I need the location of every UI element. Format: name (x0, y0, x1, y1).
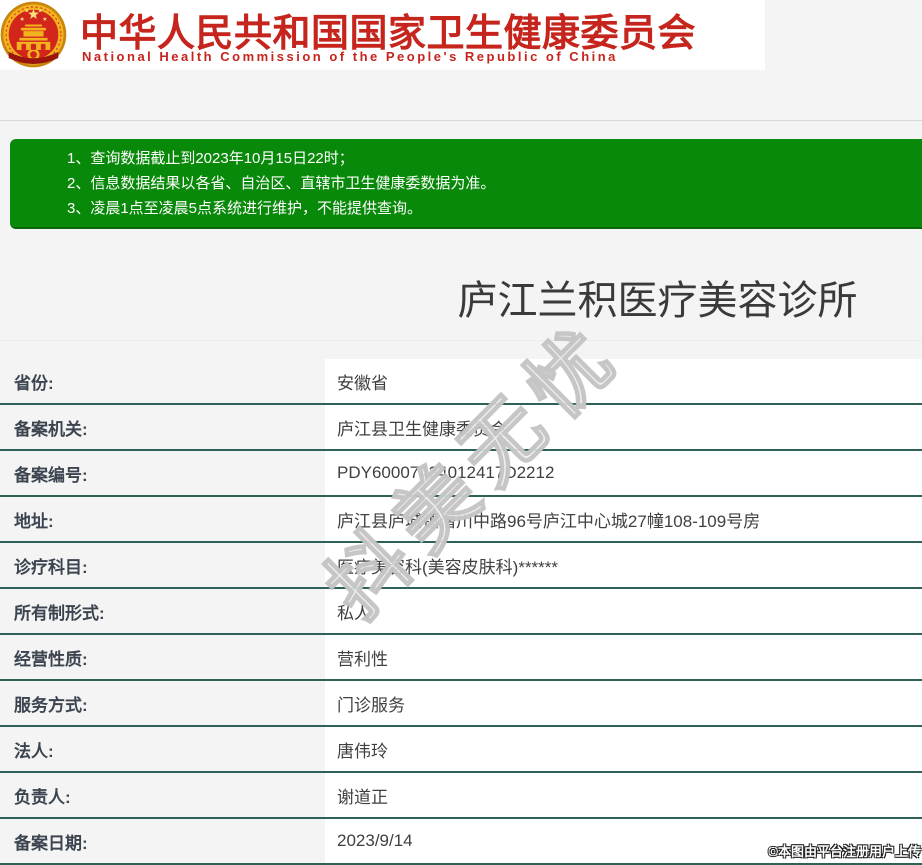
row-label: 所有制形式: (0, 589, 325, 633)
row-label: 经营性质: (0, 635, 325, 679)
row-label: 服务方式: (0, 681, 325, 725)
notice-line-3: 3、凌晨1点至凌晨5点系统进行维护，不能提供查询。 (67, 196, 922, 221)
table-row-address: 地址: 庐江县庐城镇潜川中路96号庐江中心城27幢108-109号房 (0, 497, 922, 543)
row-value: 庐江县卫生健康委员会 (325, 405, 922, 449)
row-value: 门诊服务 (325, 681, 922, 725)
table-row-business-nature: 经营性质: 营利性 (0, 635, 922, 681)
table-row-treatment-subjects: 诊疗科目: 医疗美容科(美容皮肤科)****** (0, 543, 922, 589)
row-label: 备案日期: (0, 819, 325, 863)
notice-line-1: 1、查询数据截止到2023年10月15日22时； (67, 146, 922, 171)
notice-banner: 1、查询数据截止到2023年10月15日22时； 2、信息数据结果以各省、自治区… (10, 139, 922, 229)
row-label: 地址: (0, 497, 325, 541)
row-value: 安徽省 (325, 359, 922, 403)
row-label: 省份: (0, 359, 325, 403)
header-divider (0, 120, 922, 121)
row-value: 谢道正 (325, 773, 922, 817)
row-value: 营利性 (325, 635, 922, 679)
page-title: 庐江兰积医疗美容诊所 (0, 268, 922, 326)
row-label: 法人: (0, 727, 325, 771)
row-label: 备案编号: (0, 451, 325, 495)
info-table: 省份: 安徽省 备案机关: 庐江县卫生健康委员会 备案编号: PDY600074… (0, 359, 922, 865)
row-value: 庐江县庐城镇潜川中路96号庐江中心城27幢108-109号房 (325, 497, 922, 541)
row-value: 唐伟玲 (325, 727, 922, 771)
table-row-service-mode: 服务方式: 门诊服务 (0, 681, 922, 727)
site-subtitle: National Health Commission of the People… (82, 49, 618, 64)
upload-attribution: ©本图由平台注册用户上传 (768, 841, 921, 860)
table-row-ownership-form: 所有制形式: 私人 (0, 589, 922, 635)
table-row-province: 省份: 安徽省 (0, 359, 922, 405)
notice-line-2: 2、信息数据结果以各省、自治区、直辖市卫生健康委数据为准。 (67, 171, 922, 196)
row-value: PDY60007434012417D2212 (325, 451, 922, 495)
table-row-person-in-charge: 负责人: 谢道正 (0, 773, 922, 819)
row-label: 诊疗科目: (0, 543, 325, 587)
national-emblem-icon (0, 1, 67, 68)
row-label: 备案机关: (0, 405, 325, 449)
row-label: 负责人: (0, 773, 325, 817)
table-row-filing-authority: 备案机关: 庐江县卫生健康委员会 (0, 405, 922, 451)
row-value: 医疗美容科(美容皮肤科)****** (325, 543, 922, 587)
table-row-legal-person: 法人: 唐伟玲 (0, 727, 922, 773)
table-row-filing-number: 备案编号: PDY60007434012417D2212 (0, 451, 922, 497)
site-header: 中华人民共和国国家卫生健康委员会 National Health Commiss… (0, 0, 765, 70)
row-value: 私人 (325, 589, 922, 633)
table-top-divider (0, 340, 922, 341)
